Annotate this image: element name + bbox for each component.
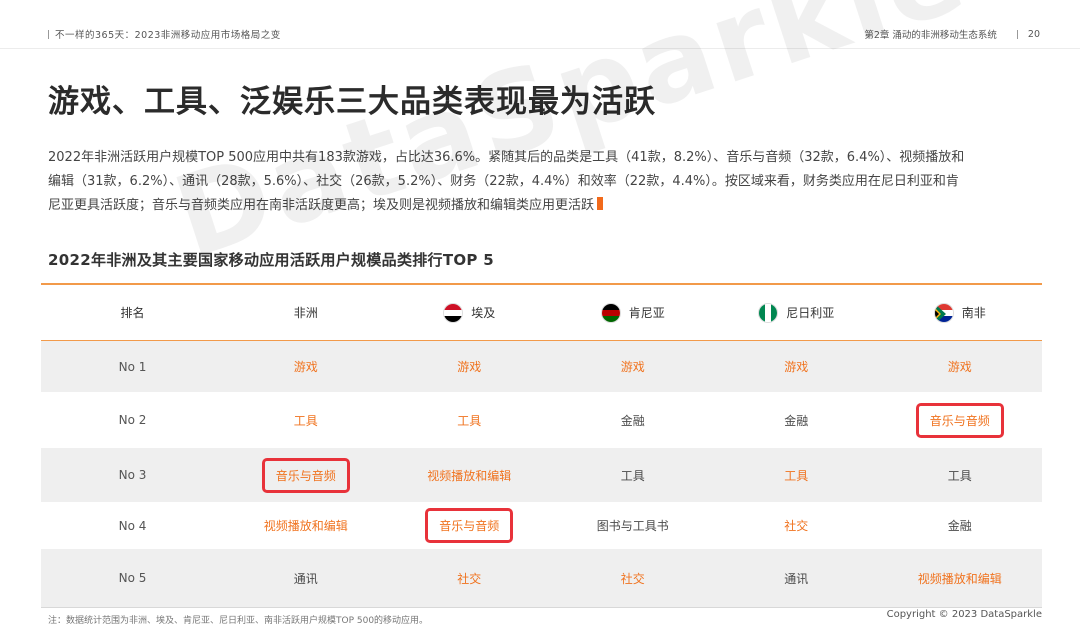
cell-text: 游戏: [947, 360, 972, 374]
table-cell: 游戏: [878, 358, 1042, 375]
table-cell: 视频播放和编辑: [388, 467, 552, 484]
cell-text: 视频播放和编辑: [427, 468, 512, 483]
cell-text: 工具: [620, 468, 645, 483]
rank-cell: No 4: [118, 518, 147, 533]
cell-text: 工具: [457, 413, 482, 428]
table-cell: 游戏: [224, 358, 388, 375]
table-cell: 工具: [715, 467, 879, 484]
table-cell: 通讯: [715, 570, 879, 587]
table-row: No 2 工具 工具 金融 金融 音乐与音频: [41, 392, 1042, 448]
watermark: DataSparkle: [160, 0, 983, 284]
cell-text: 工具: [947, 468, 972, 483]
table-cell: 工具: [551, 467, 715, 484]
cell-text: 通讯: [784, 571, 809, 586]
highlighted-cell-text: 音乐与音频: [915, 402, 1004, 438]
cell-text: 图书与工具书: [596, 519, 669, 533]
header-rule: [0, 48, 1080, 49]
header-nigeria-label: 尼日利亚: [786, 306, 835, 320]
footnote: 注：数据统计范围为非洲、埃及、肯尼亚、尼日利亚、南非活跃用户规模TOP 500的…: [48, 616, 429, 626]
egypt-flag-icon: [443, 302, 464, 323]
header-south-africa-label: 南非: [961, 306, 986, 320]
table-bottom-rule: [41, 607, 1042, 608]
summary-text: 2022年非洲活跃用户规模TOP 500应用中共有183款游戏，占比达36.6%…: [48, 150, 965, 213]
header-africa: 非洲: [224, 304, 388, 321]
header-kenya-label: 肯尼亚: [628, 306, 665, 320]
header-kenya: 肯尼亚: [551, 302, 715, 323]
header-africa-label: 非洲: [293, 306, 318, 320]
cell-text: 金融: [784, 413, 809, 428]
cell-text: 社交: [620, 571, 645, 586]
header-egypt: 埃及: [388, 302, 552, 323]
kenya-flag-icon: [600, 302, 621, 323]
cell-text: 社交: [457, 571, 482, 586]
table-cell: 视频播放和编辑: [878, 570, 1042, 587]
summary-paragraph: 2022年非洲活跃用户规模TOP 500应用中共有183款游戏，占比达36.6%…: [48, 146, 968, 218]
cell-text: 金融: [947, 519, 972, 533]
table-cell: 音乐与音频: [878, 402, 1042, 438]
table-row: No 3 音乐与音频 视频播放和编辑 工具 工具 工具: [41, 448, 1042, 502]
chapter-header: 第2章 涌动的非洲移动生态系统 20: [864, 27, 1040, 42]
cell-text: 社交: [784, 519, 809, 533]
table-cell: 游戏: [551, 358, 715, 375]
table-row: No 1 游戏 游戏 游戏 游戏 游戏: [41, 341, 1042, 392]
cell-text: 游戏: [784, 360, 809, 374]
table-cell: 社交: [715, 517, 879, 534]
report-title-header: 不一样的365天：2023非洲移动应用市场格局之变: [48, 27, 281, 41]
table-row: No 5 通讯 社交 社交 通讯 视频播放和编辑: [41, 549, 1042, 607]
cell-text: 视频播放和编辑: [917, 571, 1002, 586]
table-cell: 视频播放和编辑: [224, 517, 388, 534]
table-cell: 游戏: [388, 358, 552, 375]
table-row: No 4 视频播放和编辑 音乐与音频 图书与工具书 社交 金融: [41, 502, 1042, 549]
table-cell: 音乐与音频: [388, 508, 552, 543]
cell-text: 游戏: [293, 360, 318, 374]
table-cell: 金融: [715, 412, 879, 429]
cell-text: 工具: [784, 468, 809, 483]
copyright: Copyright © 2023 DataSparkle: [886, 609, 1042, 620]
rank-cell: No 3: [118, 468, 147, 482]
header-rank: 排名: [120, 306, 145, 320]
table-cell: 社交: [388, 570, 552, 587]
text-end-marker: [597, 197, 604, 210]
header-divider: [48, 29, 49, 39]
cell-text: 金融: [620, 413, 645, 428]
header-egypt-label: 埃及: [471, 306, 496, 320]
rank-cell: No 5: [118, 571, 147, 585]
table-cell: 工具: [388, 412, 552, 429]
header-south-africa: 南非: [878, 302, 1042, 323]
south-africa-flag-icon: [933, 302, 954, 323]
table-title: 2022年非洲及其主要国家移动应用活跃用户规模品类排行TOP 5: [48, 251, 494, 269]
table-cell: 图书与工具书: [551, 517, 715, 534]
table-cell: 工具: [878, 467, 1042, 484]
table-cell: 工具: [224, 412, 388, 429]
page-number: 20: [1027, 28, 1040, 40]
highlighted-cell-text: 音乐与音频: [261, 457, 350, 493]
header-nigeria: 尼日利亚: [715, 302, 879, 323]
cell-text: 工具: [293, 413, 318, 428]
header-separator: [1016, 29, 1018, 39]
table-header-row: 排名 非洲 埃及 肯尼亚 尼日利亚 南非: [41, 285, 1042, 340]
rank-cell: No 1: [118, 359, 147, 374]
table-cell: 社交: [551, 570, 715, 587]
table-cell: 音乐与音频: [224, 457, 388, 493]
cell-text: 游戏: [457, 360, 482, 374]
table-cell: 金融: [878, 517, 1042, 534]
nigeria-flag-icon: [758, 302, 779, 323]
page-title: 游戏、工具、泛娱乐三大品类表现最为活跃: [48, 84, 656, 120]
cell-text: 通讯: [293, 571, 318, 586]
table-cell: 游戏: [715, 358, 879, 375]
table-cell: 通讯: [224, 570, 388, 587]
rank-cell: No 2: [118, 413, 147, 427]
highlighted-cell-text: 音乐与音频: [425, 508, 514, 543]
table-cell: 金融: [551, 412, 715, 429]
cell-text: 游戏: [620, 360, 645, 374]
report-title: 不一样的365天：2023非洲移动应用市场格局之变: [55, 30, 281, 41]
chapter-title: 第2章 涌动的非洲移动生态系统: [864, 30, 997, 41]
ranking-table: 排名 非洲 埃及 肯尼亚 尼日利亚 南非 No 1 游戏 游戏 游戏 游戏 游戏…: [41, 283, 1042, 608]
cell-text: 视频播放和编辑: [263, 519, 348, 533]
